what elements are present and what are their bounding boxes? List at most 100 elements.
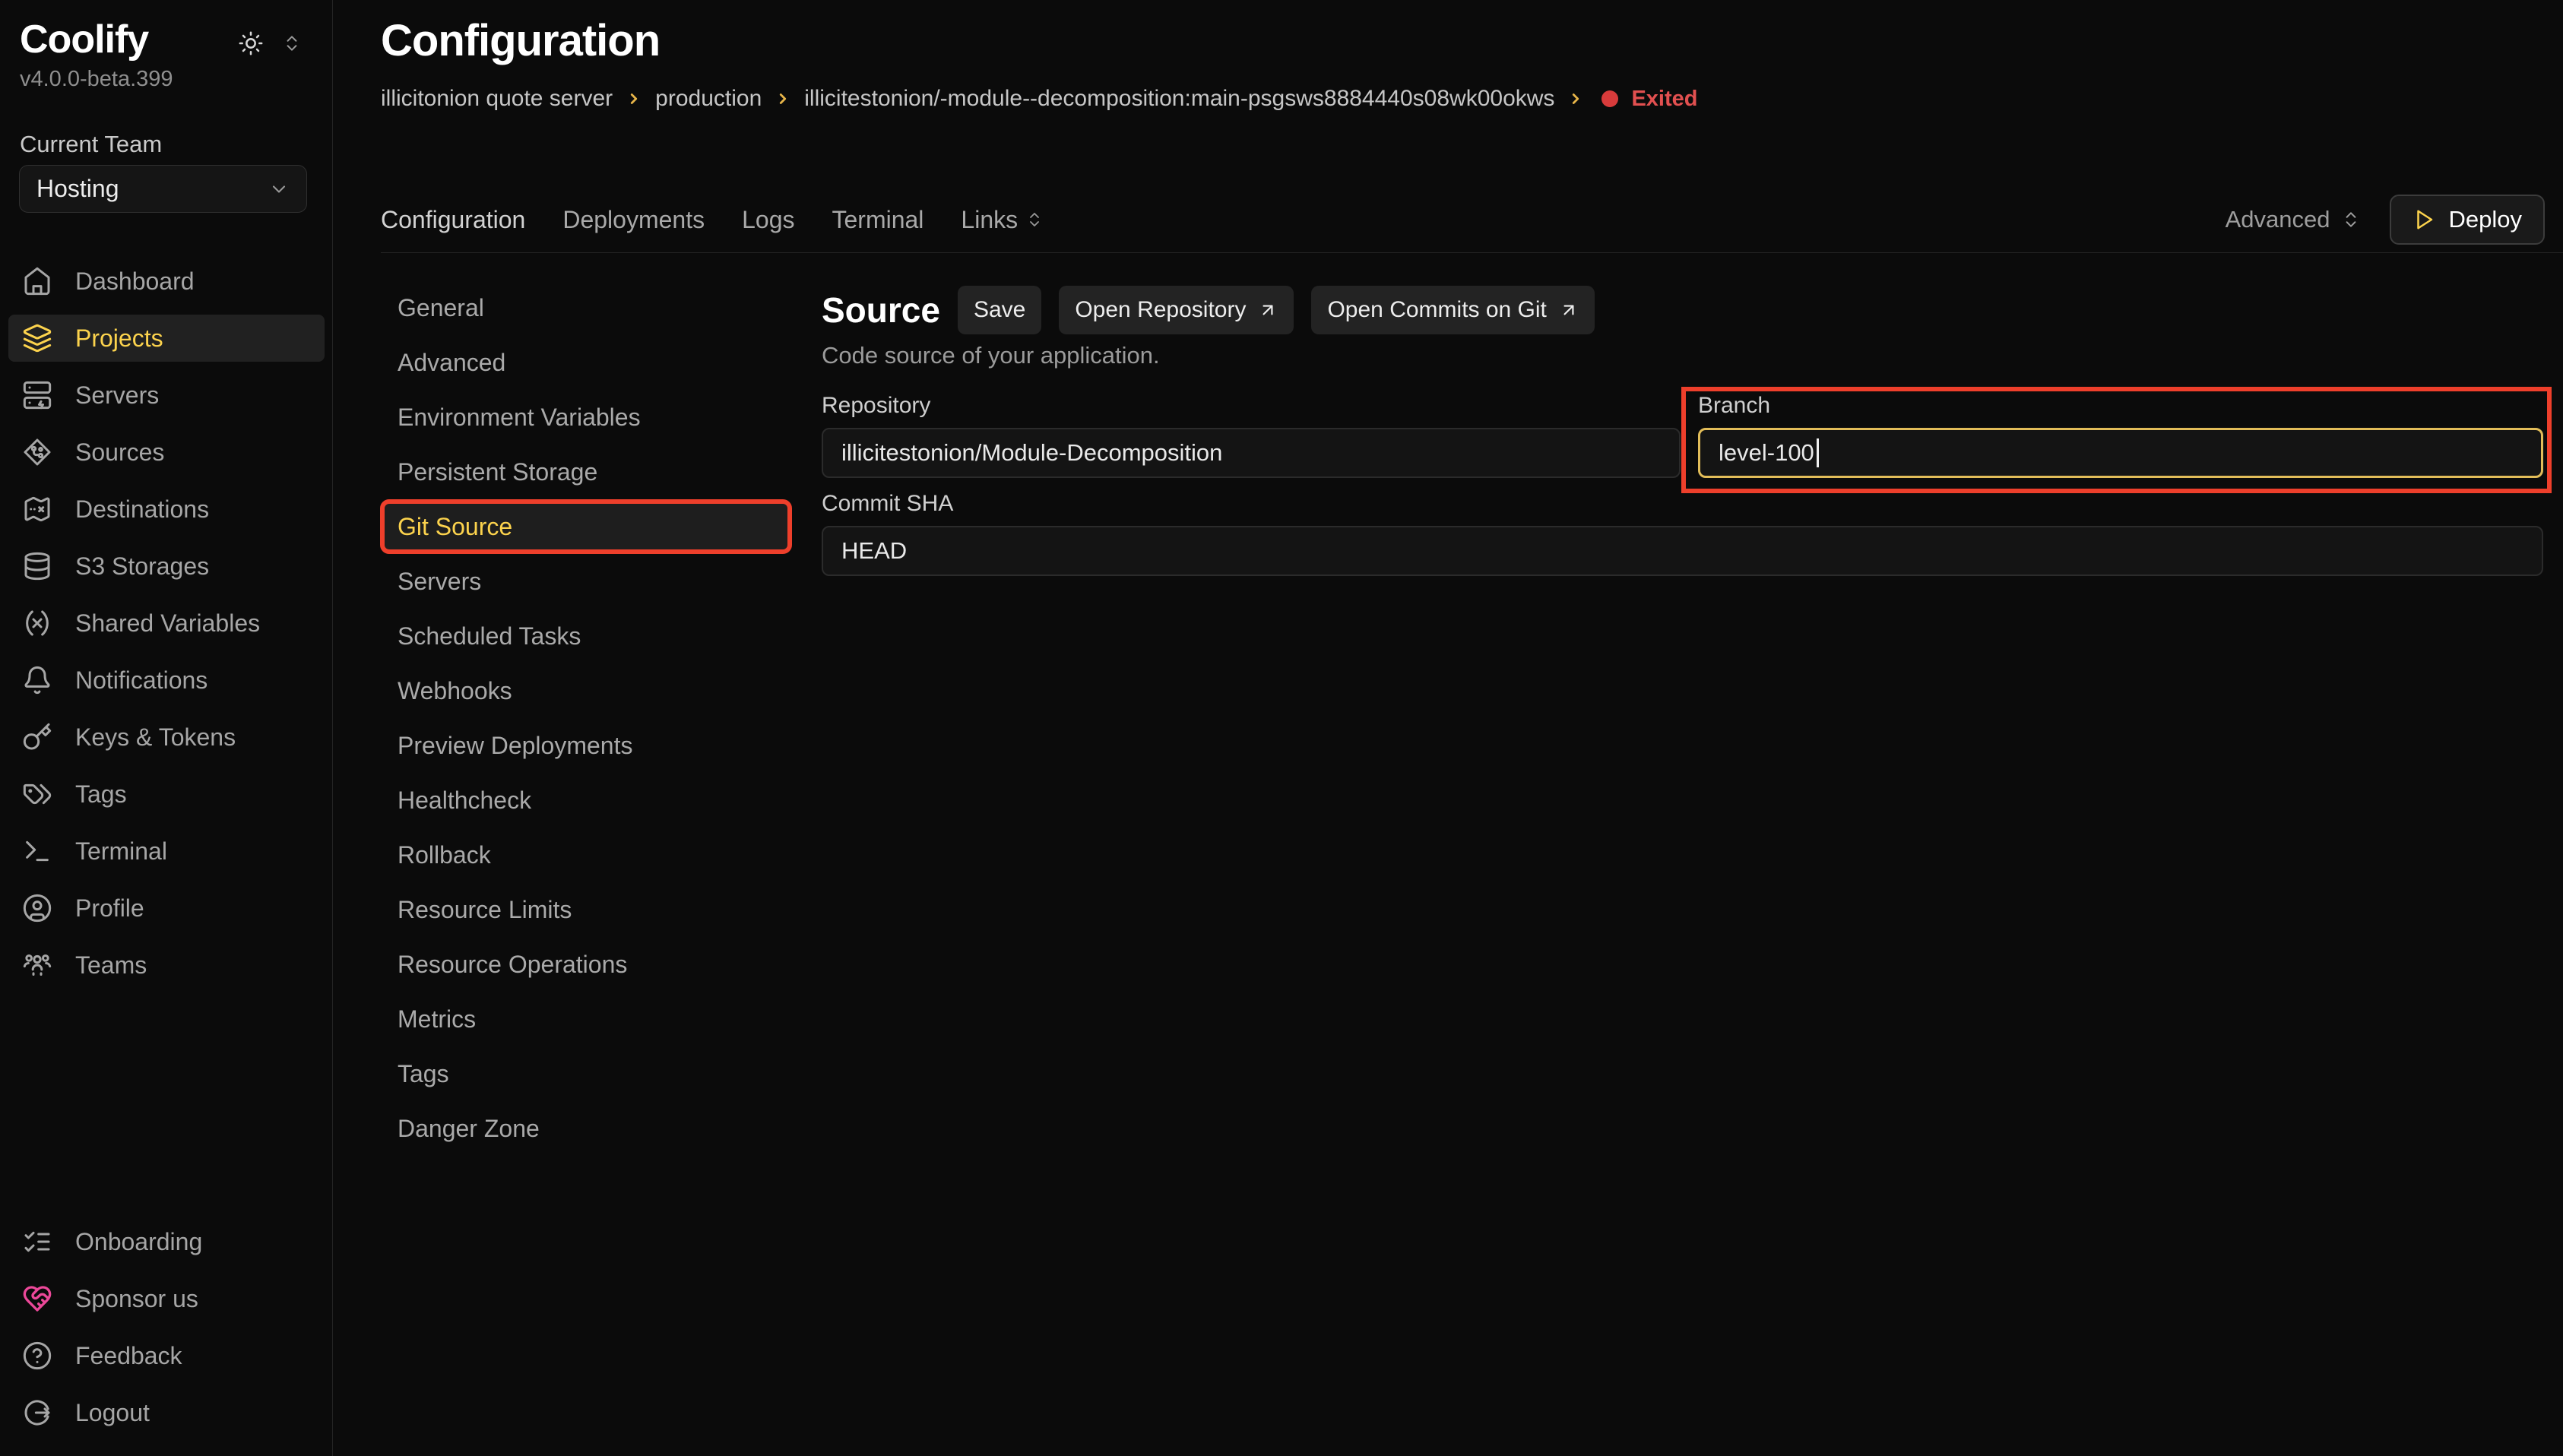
key-icon xyxy=(22,722,52,752)
settings-nav-resource-operations[interactable]: Resource Operations xyxy=(385,942,787,987)
settings-nav-danger-zone[interactable]: Danger Zone xyxy=(385,1106,787,1151)
theme-controls xyxy=(238,30,302,56)
settings-nav-persistent-storage[interactable]: Persistent Storage xyxy=(385,449,787,495)
breadcrumb-project[interactable]: illicitonion quote server xyxy=(381,86,613,112)
chevron-right-icon xyxy=(626,90,642,107)
sidebar-item-label: Logout xyxy=(75,1399,150,1427)
sidebar-item-label: Tags xyxy=(75,780,127,809)
branch-label: Branch xyxy=(1698,393,2543,419)
settings-nav-preview-deployments[interactable]: Preview Deployments xyxy=(385,723,787,768)
sidebar-item-feedback[interactable]: Feedback xyxy=(8,1332,325,1379)
settings-nav-general[interactable]: General xyxy=(385,285,787,331)
page-title: Configuration xyxy=(381,15,660,66)
settings-nav-tags[interactable]: Tags xyxy=(385,1051,787,1097)
chevron-right-icon xyxy=(1567,90,1584,107)
sidebar-nav: Dashboard Projects Servers Sources Desti… xyxy=(8,258,325,989)
repository-label: Repository xyxy=(822,393,1681,419)
repository-input[interactable]: illicitestonion/Module-Decomposition xyxy=(822,428,1681,478)
sidebar-footer-nav: Onboarding Sponsor us Feedback Logout xyxy=(8,1218,325,1436)
branch-input[interactable]: level-100 xyxy=(1698,428,2543,478)
sidebar-item-sources[interactable]: Sources xyxy=(8,429,325,476)
settings-nav-environment-variables[interactable]: Environment Variables xyxy=(385,394,787,440)
play-icon xyxy=(2413,208,2435,231)
user-circle-icon xyxy=(22,893,52,923)
tabs: Configuration Deployments Logs Terminal … xyxy=(381,206,1044,234)
deploy-button[interactable]: Deploy xyxy=(2390,195,2546,245)
tab-terminal[interactable]: Terminal xyxy=(832,206,924,234)
variable-icon xyxy=(22,608,52,638)
sidebar-item-s3-storages[interactable]: S3 Storages xyxy=(8,543,325,590)
source-section-header: Source Save Open Repository Open Commits… xyxy=(822,285,1595,335)
repository-field: Repository illicitestonion/Module-Decomp… xyxy=(822,393,1681,478)
sidebar-item-label: Feedback xyxy=(75,1342,182,1370)
advanced-dropdown[interactable]: Advanced xyxy=(2226,206,2361,233)
sidebar-item-keys-tokens[interactable]: Keys & Tokens xyxy=(8,714,325,761)
open-commits-button[interactable]: Open Commits on Git xyxy=(1311,286,1594,334)
open-repository-button[interactable]: Open Repository xyxy=(1059,286,1294,334)
branch-value: level-100 xyxy=(1719,439,1814,467)
deploy-button-label: Deploy xyxy=(2449,206,2523,233)
settings-nav-servers[interactable]: Servers xyxy=(385,559,787,604)
repository-value: illicitestonion/Module-Decomposition xyxy=(841,439,1222,467)
arrow-up-right-icon xyxy=(1258,300,1278,320)
tab-configuration[interactable]: Configuration xyxy=(381,206,525,234)
branch-field: Branch level-100 xyxy=(1698,393,2543,478)
team-select[interactable]: Hosting xyxy=(19,165,307,213)
settings-nav-resource-limits[interactable]: Resource Limits xyxy=(385,887,787,932)
sidebar-item-label: Sponsor us xyxy=(75,1285,198,1313)
chevrons-up-down-icon xyxy=(2341,210,2361,229)
open-repository-label: Open Repository xyxy=(1075,297,1246,323)
sidebar-item-tags[interactable]: Tags xyxy=(8,771,325,818)
sidebar-item-notifications[interactable]: Notifications xyxy=(8,657,325,704)
tab-logs[interactable]: Logs xyxy=(742,206,794,234)
sidebar-item-label: Profile xyxy=(75,894,144,923)
coolify-app-window: Coolify v4.0.0-beta.399 Current Team Hos… xyxy=(0,0,2563,1456)
settings-nav-scheduled-tasks[interactable]: Scheduled Tasks xyxy=(385,613,787,659)
chevrons-up-down-icon[interactable] xyxy=(282,33,302,53)
commit-sha-value: HEAD xyxy=(841,537,907,565)
sidebar-item-teams[interactable]: Teams xyxy=(8,942,325,989)
main-content: Configuration illicitonion quote server … xyxy=(333,0,2563,1456)
sidebar-item-profile[interactable]: Profile xyxy=(8,885,325,932)
settings-nav-webhooks[interactable]: Webhooks xyxy=(385,668,787,714)
breadcrumb-application[interactable]: illicitestonion/-module--decomposition:m… xyxy=(804,86,1554,112)
settings-nav-healthcheck[interactable]: Healthcheck xyxy=(385,777,787,823)
sun-icon[interactable] xyxy=(238,30,264,56)
current-team-label: Current Team xyxy=(20,131,162,158)
sidebar-item-destinations[interactable]: Destinations xyxy=(8,486,325,533)
bell-icon xyxy=(22,665,52,695)
sidebar-item-logout[interactable]: Logout xyxy=(8,1389,325,1436)
sidebar-item-dashboard[interactable]: Dashboard xyxy=(8,258,325,305)
tab-links[interactable]: Links xyxy=(961,206,1044,234)
breadcrumb-environment[interactable]: production xyxy=(655,86,762,112)
sidebar-item-label: Destinations xyxy=(75,495,209,524)
sidebar-item-label: S3 Storages xyxy=(75,552,209,581)
arrow-up-right-icon xyxy=(1559,300,1579,320)
help-circle-icon xyxy=(22,1340,52,1371)
sidebar-item-servers[interactable]: Servers xyxy=(8,372,325,419)
sidebar-item-onboarding[interactable]: Onboarding xyxy=(8,1218,325,1265)
save-button[interactable]: Save xyxy=(958,286,1041,334)
settings-nav-git-source[interactable]: Git Source xyxy=(385,504,787,549)
advanced-label: Advanced xyxy=(2226,206,2330,233)
commit-sha-input[interactable]: HEAD xyxy=(822,526,2543,576)
open-commits-label: Open Commits on Git xyxy=(1327,297,1546,323)
sidebar-item-projects[interactable]: Projects xyxy=(8,315,325,362)
chevrons-up-down-icon xyxy=(1025,210,1044,229)
chevron-down-icon xyxy=(268,179,290,200)
commit-sha-field: Commit SHA HEAD xyxy=(822,491,2543,576)
settings-nav-rollback[interactable]: Rollback xyxy=(385,832,787,878)
app-logo[interactable]: Coolify xyxy=(20,17,148,62)
sidebar-item-sponsor-us[interactable]: Sponsor us xyxy=(8,1275,325,1322)
database-icon xyxy=(22,551,52,581)
sidebar-item-label: Sources xyxy=(75,438,164,467)
sidebar-item-terminal[interactable]: Terminal xyxy=(8,828,325,875)
settings-nav-advanced[interactable]: Advanced xyxy=(385,340,787,385)
sidebar-item-shared-variables[interactable]: Shared Variables xyxy=(8,600,325,647)
source-section-description: Code source of your application. xyxy=(822,342,1160,369)
settings-nav-metrics[interactable]: Metrics xyxy=(385,996,787,1042)
tab-deployments[interactable]: Deployments xyxy=(562,206,705,234)
status-badge: Exited xyxy=(1631,87,1697,112)
home-icon xyxy=(22,266,52,296)
git-source-icon xyxy=(22,437,52,467)
